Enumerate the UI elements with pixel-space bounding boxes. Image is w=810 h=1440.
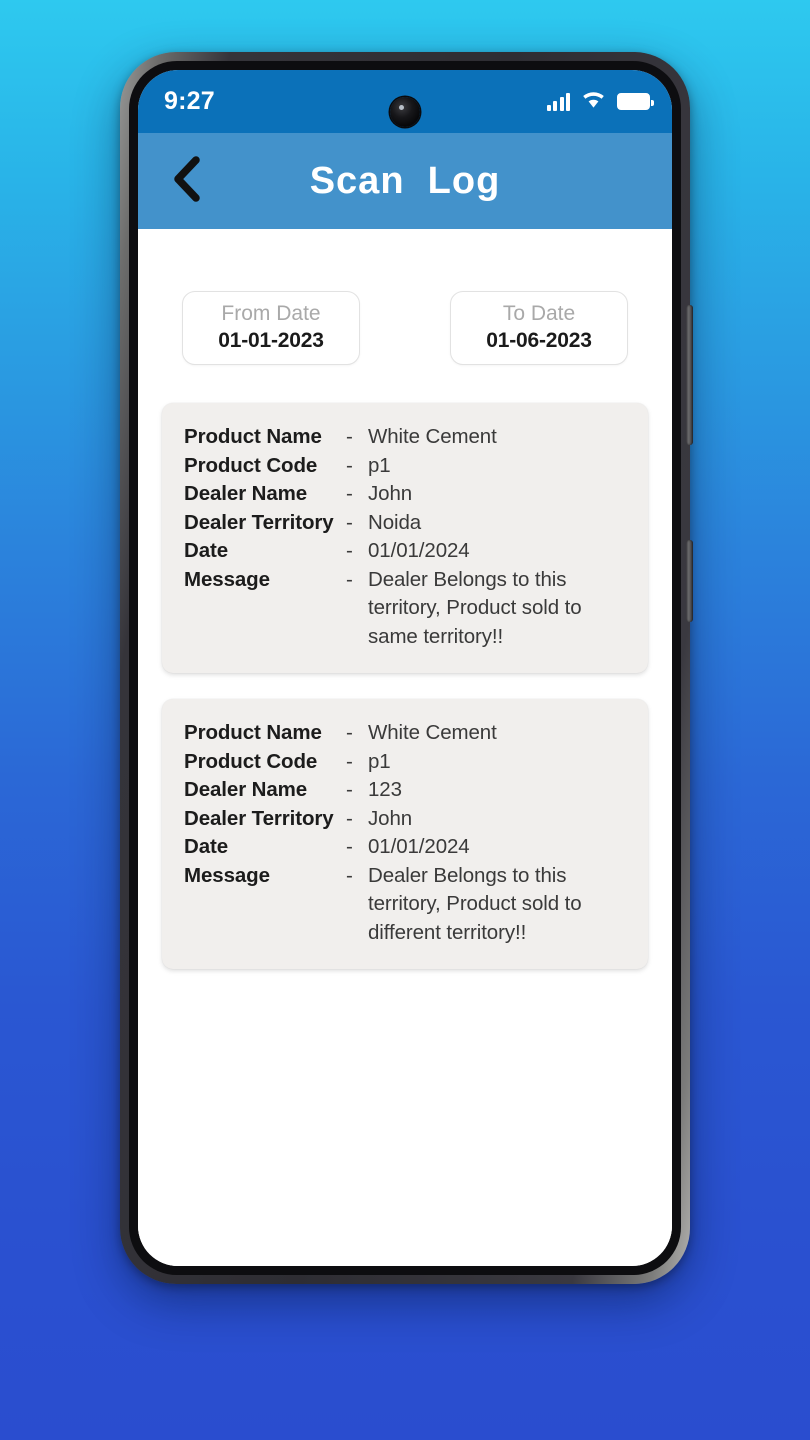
log-value: Dealer Belongs to this territory, Produc… <box>368 567 582 648</box>
back-button[interactable] <box>158 153 214 209</box>
phone-device: 9:27 Scan Log From Date 01-01-2023 To Da… <box>120 52 693 1284</box>
front-camera-punch-hole-icon <box>390 97 420 127</box>
status-icons <box>546 90 654 114</box>
log-row: Product Name - White Cement <box>184 719 626 748</box>
log-label: Message <box>184 863 270 887</box>
log-separator: - <box>346 453 353 477</box>
log-label: Product Name <box>184 721 322 744</box>
log-value: John <box>368 482 413 505</box>
log-separator: - <box>346 806 353 830</box>
log-row: Dealer Name - 123 <box>184 776 626 805</box>
log-label: Dealer Name <box>184 482 308 505</box>
log-row: Message - Dealer Belongs to this territo… <box>184 566 626 652</box>
log-label: Product Name <box>184 425 322 448</box>
log-row: Product Code - p1 <box>184 748 626 777</box>
log-label: Product Code <box>184 453 318 477</box>
scan-log-card[interactable]: Product Name - White Cement Product Code… <box>162 699 648 969</box>
volume-button[interactable] <box>686 305 693 445</box>
log-separator: - <box>346 749 353 773</box>
signal-icon <box>546 92 570 111</box>
log-label: Date <box>184 539 229 562</box>
log-value: Noida <box>368 510 422 534</box>
log-row: Date - 01/01/2024 <box>184 833 626 862</box>
from-date-label: From Date <box>221 302 321 325</box>
status-time: 9:27 <box>164 87 215 115</box>
chevron-left-icon <box>169 155 203 208</box>
log-separator: - <box>346 835 353 858</box>
app-bar: Scan Log <box>138 133 672 229</box>
log-label: Dealer Territory <box>184 510 334 534</box>
log-row: Product Name - White Cement <box>184 423 626 452</box>
log-separator: - <box>346 567 353 591</box>
log-row: Product Code - p1 <box>184 452 626 481</box>
date-range-row: From Date 01-01-2023 To Date 01-06-2023 <box>162 229 648 365</box>
scan-log-list: Product Name - White Cement Product Code… <box>162 403 648 969</box>
log-row: Dealer Territory - John <box>184 805 626 834</box>
log-value: 01/01/2024 <box>368 539 470 562</box>
log-value: p1 <box>368 453 391 477</box>
to-date-label: To Date <box>502 302 576 325</box>
log-label: Product Code <box>184 749 318 773</box>
wifi-icon <box>581 90 606 114</box>
log-label: Date <box>184 835 229 858</box>
log-separator: - <box>346 482 353 505</box>
log-row: Dealer Name - John <box>184 480 626 509</box>
log-row: Message - Dealer Belongs to this territo… <box>184 862 626 948</box>
log-value: 01/01/2024 <box>368 835 470 858</box>
scan-log-card[interactable]: Product Name - White Cement Product Code… <box>162 403 648 673</box>
log-value: White Cement <box>368 721 497 744</box>
log-label: Message <box>184 567 270 591</box>
log-row: Date - 01/01/2024 <box>184 537 626 566</box>
log-value: Dealer Belongs to this territory, Produc… <box>368 863 582 944</box>
from-date-value: 01-01-2023 <box>218 329 324 352</box>
log-row: Dealer Territory - Noida <box>184 509 626 538</box>
log-label: Dealer Name <box>184 778 308 801</box>
log-separator: - <box>346 539 353 562</box>
log-label: Dealer Territory <box>184 806 334 830</box>
page-title: Scan Log <box>309 159 501 202</box>
log-separator: - <box>346 425 353 448</box>
to-date-value: 01-06-2023 <box>486 329 592 352</box>
log-value: White Cement <box>368 425 497 448</box>
phone-screen: 9:27 Scan Log From Date 01-01-2023 To Da… <box>138 70 672 1266</box>
log-separator: - <box>346 863 353 887</box>
to-date-field[interactable]: To Date 01-06-2023 <box>450 291 628 365</box>
power-button[interactable] <box>686 540 693 622</box>
battery-icon <box>617 93 654 110</box>
log-separator: - <box>346 721 353 744</box>
log-value: p1 <box>368 749 391 773</box>
status-bar: 9:27 <box>138 70 672 133</box>
log-value: 123 <box>368 778 402 801</box>
log-value: John <box>368 806 413 830</box>
log-separator: - <box>346 510 353 534</box>
from-date-field[interactable]: From Date 01-01-2023 <box>182 291 360 365</box>
screen-content: From Date 01-01-2023 To Date 01-06-2023 … <box>138 229 672 1266</box>
log-separator: - <box>346 778 353 801</box>
